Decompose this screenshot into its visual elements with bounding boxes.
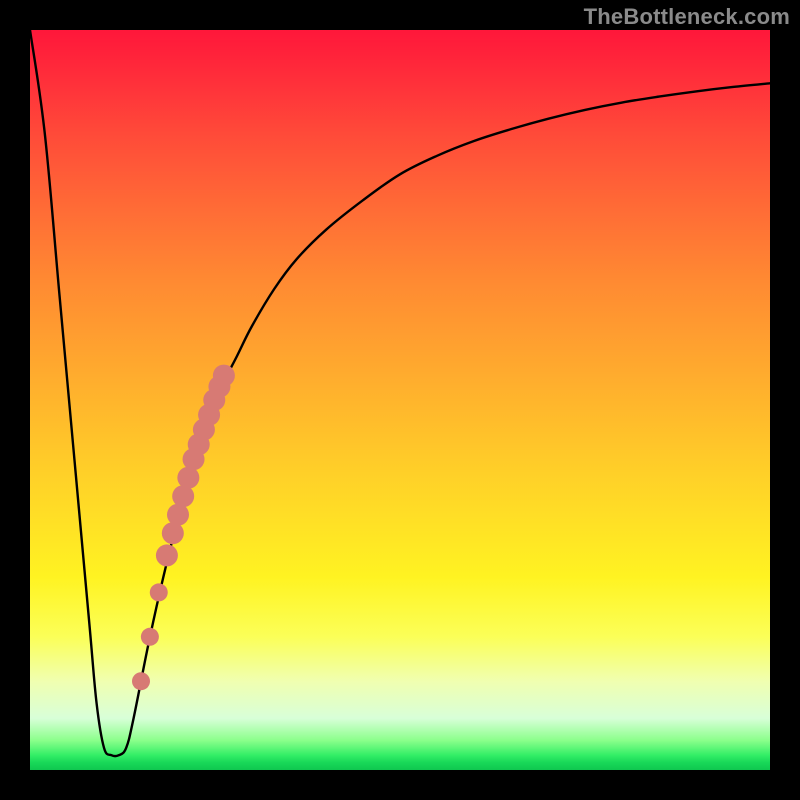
data-dot (172, 485, 194, 507)
data-dot (177, 467, 199, 489)
data-dot (141, 628, 159, 646)
chart-svg (30, 30, 770, 770)
bottleneck-curve (30, 30, 770, 756)
data-dot (213, 365, 235, 387)
data-dot (150, 583, 168, 601)
data-dot (167, 504, 189, 526)
watermark-text: TheBottleneck.com (584, 4, 790, 30)
data-dot (162, 522, 184, 544)
data-dots (132, 365, 235, 691)
data-dot (132, 672, 150, 690)
outer-frame: TheBottleneck.com (0, 0, 800, 800)
plot-area (30, 30, 770, 770)
data-dot (156, 544, 178, 566)
